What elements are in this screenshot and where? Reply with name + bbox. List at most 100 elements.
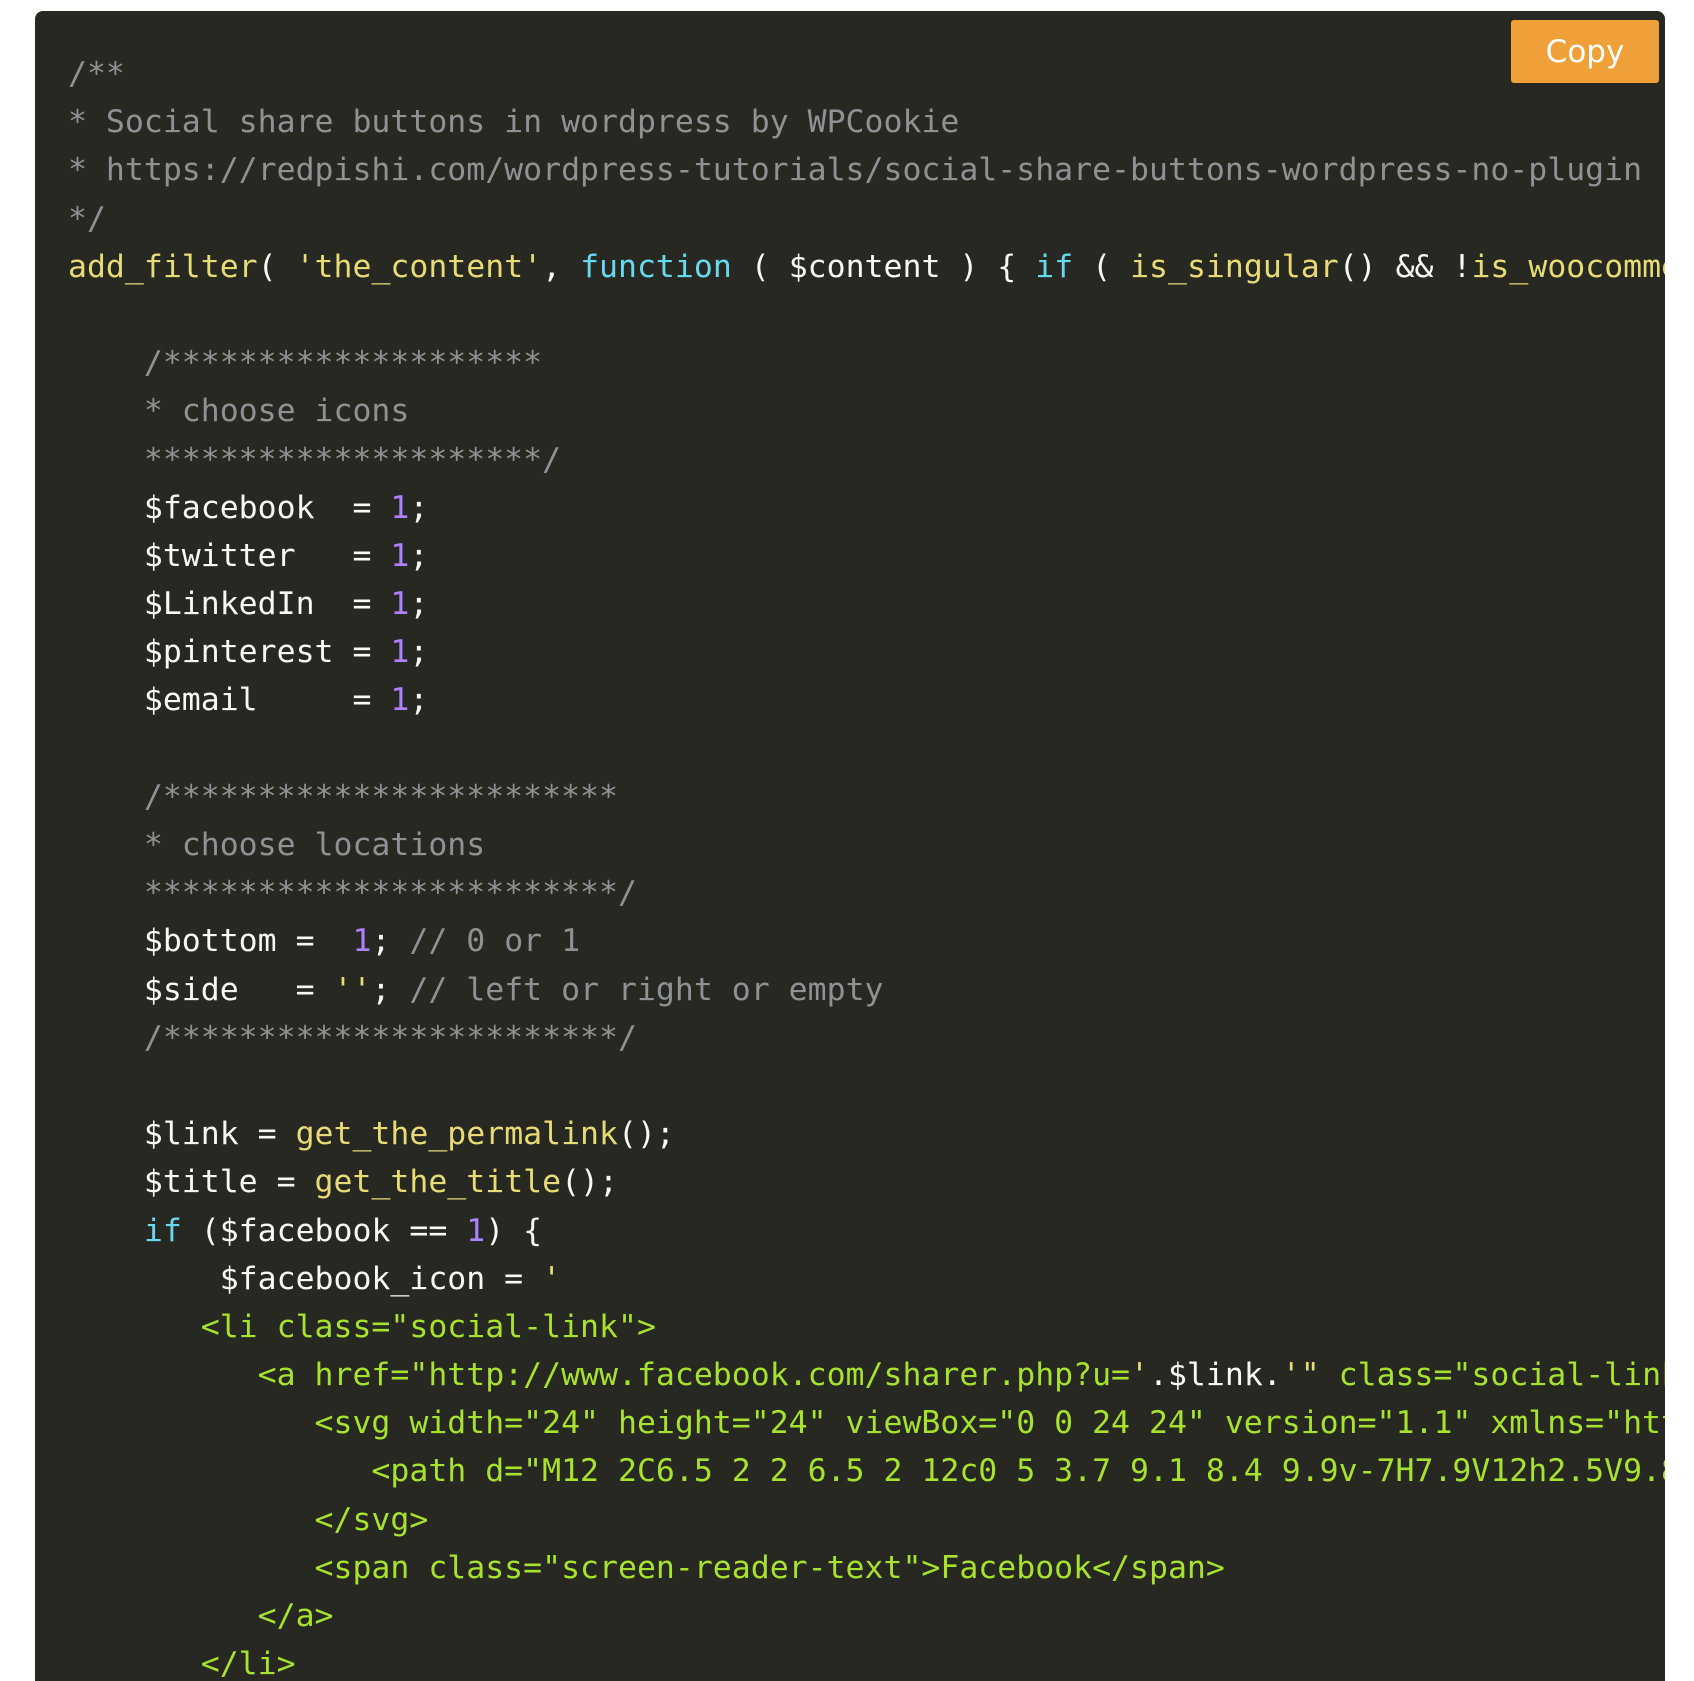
code-line: $link = get_the_permalink(); [68, 1110, 1665, 1158]
code-line: */ [68, 195, 1665, 243]
code-token-str: '' [333, 971, 372, 1008]
code-line: </a> [68, 1592, 1665, 1640]
code-line: $bottom = 1; // 0 or 1 [68, 917, 1665, 965]
code-content: /** * Social share buttons in wordpress b… [68, 50, 1665, 1681]
code-token-plain: $side = [68, 971, 334, 1008]
code-token-kw: function [580, 248, 732, 285]
code-token-kw: if [1035, 248, 1074, 285]
code-token-plain: ; [409, 682, 429, 719]
code-line: /************************/ [68, 1014, 1665, 1062]
code-token-plain: ; [409, 586, 429, 623]
code-line: add_filter( 'the_content', function ( $c… [68, 243, 1665, 291]
code-line: <a href="http://www.facebook.com/sharer.… [68, 1351, 1665, 1399]
copy-button[interactable]: Copy [1511, 20, 1659, 83]
code-token-html: <svg width="24" height="24" viewBox="0 0… [314, 1405, 1665, 1442]
code-line: $pinterest = 1; [68, 628, 1665, 676]
code-token-html: <li class="social-link"> [68, 1308, 656, 1345]
code-token-fn: is_woocommerce [1471, 248, 1665, 285]
code-line: *********************/ [68, 436, 1665, 484]
code-token-comment: * https://redpishi.com/wordpress-tutoria… [68, 152, 1643, 189]
code-token-plain: .$link. [1149, 1357, 1282, 1394]
code-token-comment: * Social share buttons in wordpress by W… [68, 104, 960, 141]
code-token-comment: // 0 or 1 [409, 923, 581, 960]
code-token-num: 1 [390, 537, 410, 574]
code-line: </svg> [68, 1496, 1665, 1544]
code-token-num: 1 [390, 634, 410, 671]
code-line: * choose icons [68, 387, 1665, 435]
code-token-html: <path d="M12 2C6.5 2 2 6.5 2 12c0 5 3.7 … [68, 1453, 1665, 1490]
code-line: *************************/ [68, 869, 1665, 917]
code-token-num: 1 [352, 923, 372, 960]
code-token-kw: if [143, 1212, 182, 1249]
code-line: $email = 1; [68, 676, 1665, 724]
code-token-plain: $link = [68, 1116, 296, 1153]
code-token-fn: get_the_title [314, 1164, 562, 1201]
code-token-comment: * choose icons [68, 393, 410, 430]
code-token-str: ' [1130, 1357, 1149, 1394]
code-token-num: 1 [466, 1212, 486, 1249]
code-line: /** [68, 50, 1665, 98]
code-line: <svg width="24" height="24" viewBox="0 0… [68, 1399, 1665, 1447]
code-token-comment: /******************** [68, 345, 543, 382]
code-token-plain: ( $content ) { [731, 248, 1036, 285]
code-line: $side = ''; // left or right or empty [68, 966, 1665, 1014]
code-token-plain: $bottom = [68, 923, 353, 960]
code-line: /******************** [68, 339, 1665, 387]
code-token-plain: ; [409, 537, 429, 574]
code-line: </li> [68, 1640, 1665, 1681]
code-token-plain: () && ! [1338, 248, 1472, 285]
code-token-html: </li> [68, 1646, 296, 1681]
code-token-comment: /************************ [68, 778, 618, 815]
code-token-plain: ( [257, 248, 296, 285]
code-token-plain: ; [371, 971, 410, 1008]
code-token-plain: $email = [68, 682, 391, 719]
code-block: Copy /** * Social share buttons in wordpr… [35, 11, 1665, 1681]
code-token-html: <span class="screen-reader-text">Faceboo… [68, 1549, 1225, 1586]
code-token-fn: add_filter [68, 248, 258, 285]
code-token-html: <a href="http://www.facebook.com/sharer.… [68, 1357, 1131, 1394]
code-line: <path d="M12 2C6.5 2 2 6.5 2 12c0 5 3.7 … [68, 1447, 1665, 1495]
code-line: $title = get_the_title(); [68, 1158, 1665, 1206]
code-token-comment: /** [68, 56, 125, 92]
code-token-html: class="social-link" [1319, 1357, 1665, 1394]
code-token-fn: is_singular [1130, 248, 1339, 285]
code-token-comment: /************************/ [68, 1019, 637, 1056]
code-token-plain: $twitter = [68, 537, 391, 574]
code-token-fn: get_the_permalink [295, 1116, 618, 1153]
code-token-plain: $facebook_icon = [68, 1260, 543, 1297]
code-token-str: ' [542, 1260, 562, 1297]
code-token-plain: ( [1073, 248, 1131, 285]
code-token-plain: (); [617, 1116, 675, 1153]
code-line: /************************ [68, 773, 1665, 821]
code-line: $LinkedIn = 1; [68, 580, 1665, 628]
code-line: * https://redpishi.com/wordpress-tutoria… [68, 146, 1665, 194]
code-token-comment: *************************/ [68, 875, 637, 912]
code-token-str: 'the_content' [295, 248, 543, 285]
code-token-plain: $pinterest = [68, 634, 391, 671]
code-token-plain: ; [371, 923, 410, 960]
code-token-num: 1 [390, 682, 410, 719]
code-token-plain: ($facebook == [181, 1212, 467, 1249]
code-token-comment: * choose locations [68, 827, 486, 863]
code-line: <li class="social-link"> [68, 1303, 1665, 1351]
code-line: * Social share buttons in wordpress by W… [68, 98, 1665, 146]
code-token-html: </a> [68, 1598, 334, 1634]
code-token-html: </svg> [68, 1501, 429, 1538]
code-line: * choose locations [68, 821, 1665, 869]
code-token-comment: */ [68, 200, 106, 237]
code-line: <span class="screen-reader-text">Faceboo… [68, 1544, 1665, 1592]
code-token-num: 1 [390, 586, 410, 623]
code-token-num: 1 [390, 489, 410, 526]
code-token-plain: (); [561, 1164, 618, 1201]
code-token-comment: // left or right or empty [409, 971, 884, 1008]
code-token-comment: *********************/ [68, 441, 562, 478]
code-token-plain: ; [409, 634, 429, 671]
code-token-plain: ; [409, 489, 429, 526]
code-token-plain: , [542, 248, 581, 285]
code-token-plain: $facebook = [68, 489, 391, 526]
code-line: $facebook = 1; [68, 484, 1665, 532]
code-token-plain: ) { [485, 1212, 543, 1249]
